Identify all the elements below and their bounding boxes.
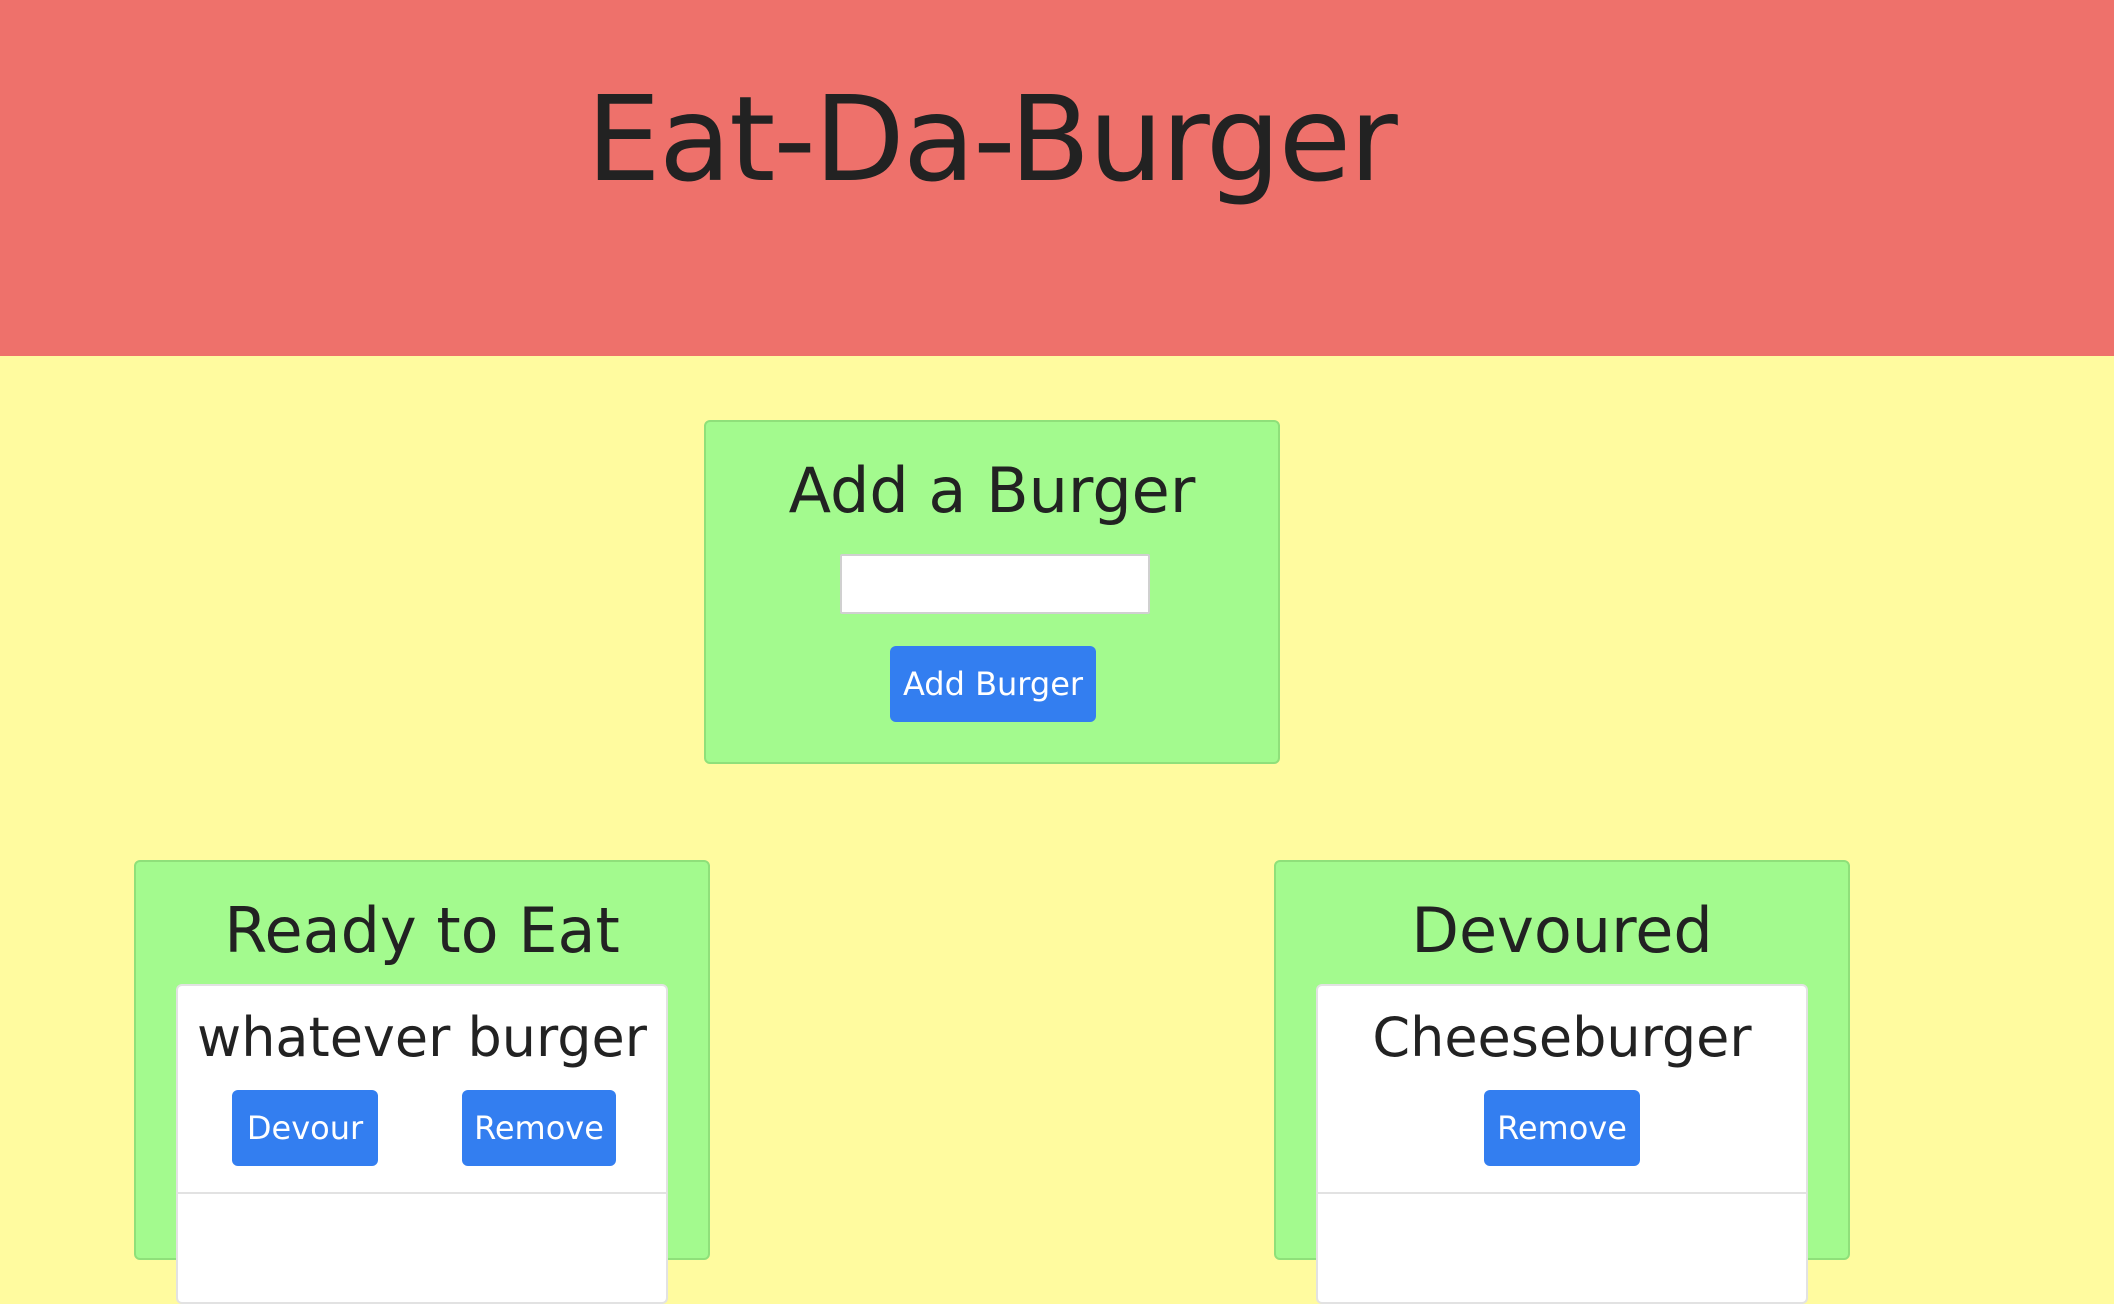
ready-to-eat-heading: Ready to Eat	[224, 894, 620, 967]
devoured-heading: Devoured	[1411, 894, 1713, 967]
devour-button[interactable]: Devour	[232, 1090, 378, 1166]
burger-card: Cheeseburger Remove	[1316, 984, 1808, 1304]
burger-name: whatever burger	[197, 1006, 647, 1069]
card-divider	[178, 1192, 666, 1194]
burger-name-input[interactable]	[840, 554, 1150, 614]
devoured-panel: Devoured Cheeseburger Remove	[1274, 860, 1850, 1304]
add-burger-panel: Add a Burger Add Burger	[704, 420, 1280, 764]
add-burger-heading: Add a Burger	[788, 454, 1196, 527]
remove-button[interactable]: Remove	[462, 1090, 616, 1166]
ready-to-eat-panel: Ready to Eat whatever burger Devour Remo…	[134, 860, 710, 1304]
add-burger-button[interactable]: Add Burger	[890, 646, 1096, 722]
site-title: Eat-Da-Burger	[586, 70, 1397, 208]
burger-card: whatever burger Devour Remove	[176, 984, 668, 1304]
card-divider	[1318, 1192, 1806, 1194]
burger-name: Cheeseburger	[1372, 1006, 1752, 1069]
remove-button[interactable]: Remove	[1484, 1090, 1640, 1166]
site-header: Eat-Da-Burger	[0, 0, 2114, 356]
